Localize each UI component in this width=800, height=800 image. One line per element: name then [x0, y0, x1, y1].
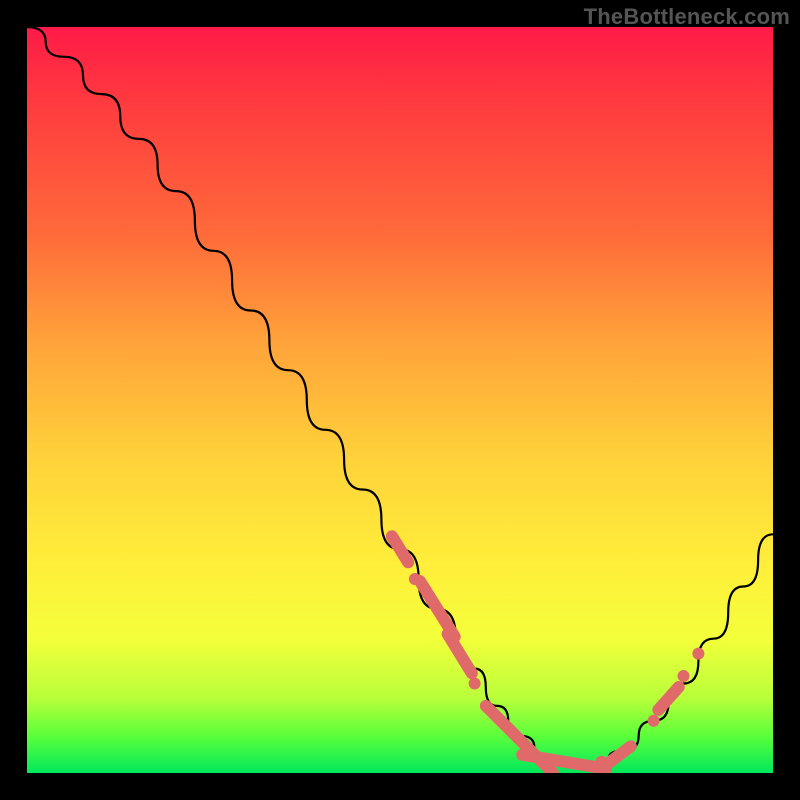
curve-markers: [384, 528, 705, 773]
watermark-text: TheBottleneck.com: [584, 4, 790, 30]
plot-area: [27, 27, 773, 773]
bottleneck-curve: [27, 27, 773, 773]
chart-frame: TheBottleneck.com: [0, 0, 800, 800]
